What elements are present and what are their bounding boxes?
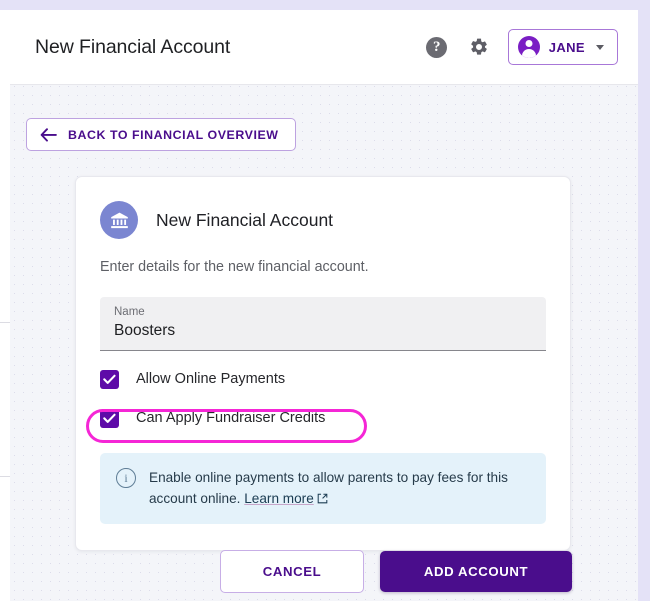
help-circle-icon: ? [426,37,447,58]
app-content: New Financial Account ? JANE [10,10,638,601]
chevron-down-icon [596,45,604,50]
settings-button[interactable] [466,34,492,60]
help-button[interactable]: ? [424,34,450,60]
screen: New Financial Account ? JANE [0,0,650,601]
checkbox-allow-online-payments[interactable] [100,370,119,389]
top-bar-actions: ? JANE [424,29,618,65]
checkbox-label: Can Apply Fundraiser Credits [136,410,325,426]
card-footer-actions: CANCEL ADD ACCOUNT [220,550,572,593]
card-title: New Financial Account [156,210,333,231]
check-icon [103,413,116,424]
external-link-icon[interactable] [317,493,328,504]
gutter-divider [0,322,10,323]
checkbox-can-apply-fundraiser-credits[interactable] [100,409,119,428]
card-header: New Financial Account [100,201,546,239]
back-button-label: BACK TO FINANCIAL OVERVIEW [68,128,279,142]
user-menu-button[interactable]: JANE [508,29,618,65]
info-message: Enable online payments to allow parents … [149,470,508,506]
user-avatar-icon [518,36,540,58]
gear-icon [469,37,489,57]
gutter-divider [0,476,10,477]
check-icon [103,374,116,385]
checkbox-row-can-apply-fundraiser-credits[interactable]: Can Apply Fundraiser Credits [100,401,546,435]
page-title: New Financial Account [35,36,230,59]
cancel-button[interactable]: CANCEL [220,550,364,593]
user-name-label: JANE [549,40,585,55]
add-account-button[interactable]: ADD ACCOUNT [380,551,572,592]
left-gutter [0,10,10,601]
card-subtitle: Enter details for the new financial acco… [100,259,546,275]
name-field[interactable]: Name Boosters [100,297,546,351]
arrow-left-icon [40,128,57,142]
learn-more-link[interactable]: Learn more [244,491,314,506]
bank-glyph [109,210,130,231]
name-input[interactable]: Boosters [114,319,532,343]
info-banner-text: Enable online payments to allow parents … [149,467,529,509]
back-to-financial-overview-button[interactable]: BACK TO FINANCIAL OVERVIEW [26,118,296,151]
checkbox-label: Allow Online Payments [136,371,285,387]
name-field-label: Name [114,305,532,319]
info-banner: i Enable online payments to allow parent… [100,453,546,524]
bank-icon [100,201,138,239]
top-bar: New Financial Account ? JANE [10,10,638,85]
new-financial-account-card: New Financial Account Enter details for … [75,176,571,551]
checkbox-row-allow-online-payments[interactable]: Allow Online Payments [100,362,546,396]
info-circle-icon: i [116,468,136,488]
